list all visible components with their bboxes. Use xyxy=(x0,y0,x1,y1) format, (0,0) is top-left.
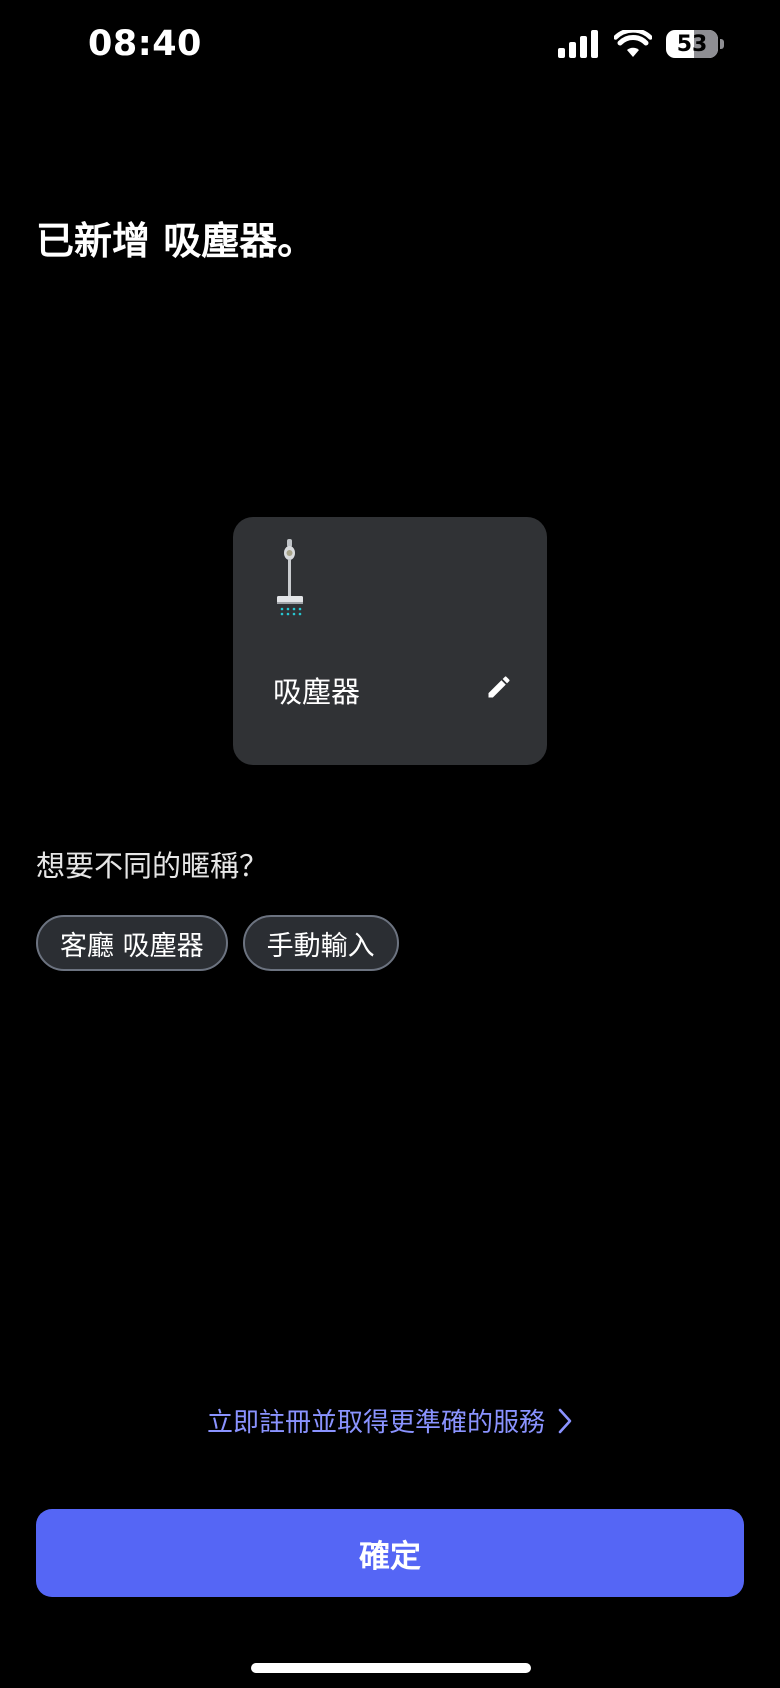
register-link[interactable]: 立即註冊並取得更準確的服務 xyxy=(0,1402,780,1439)
confirm-button[interactable]: 確定 xyxy=(36,1509,744,1597)
nickname-options: 客廳 吸塵器 手動輸入 xyxy=(36,915,399,971)
page-title: 已新增 吸塵器。 xyxy=(36,219,316,263)
wifi-icon xyxy=(614,30,652,57)
battery-body: 53 xyxy=(666,30,718,58)
battery-cap xyxy=(720,39,724,49)
nickname-option-living-room[interactable]: 客廳 吸塵器 xyxy=(36,915,228,971)
status-icons: 53 xyxy=(558,30,724,58)
home-indicator xyxy=(251,1663,531,1673)
pencil-icon[interactable] xyxy=(485,673,513,701)
battery-indicator: 53 xyxy=(666,30,724,58)
status-bar: 08:40 53 xyxy=(0,0,780,96)
status-time: 08:40 xyxy=(88,24,202,64)
nickname-prompt: 想要不同的暱稱？ xyxy=(36,849,269,883)
nickname-option-manual-input[interactable]: 手動輸入 xyxy=(242,915,399,971)
battery-level: 53 xyxy=(676,31,708,57)
register-link-label: 立即註冊並取得更準確的服務 xyxy=(206,1408,545,1438)
vacuum-cleaner-icon xyxy=(277,539,303,616)
cellular-signal-icon xyxy=(558,30,598,58)
device-card: 吸塵器 xyxy=(233,517,547,765)
device-name: 吸塵器 xyxy=(273,675,361,709)
chevron-right-icon xyxy=(558,1408,572,1433)
